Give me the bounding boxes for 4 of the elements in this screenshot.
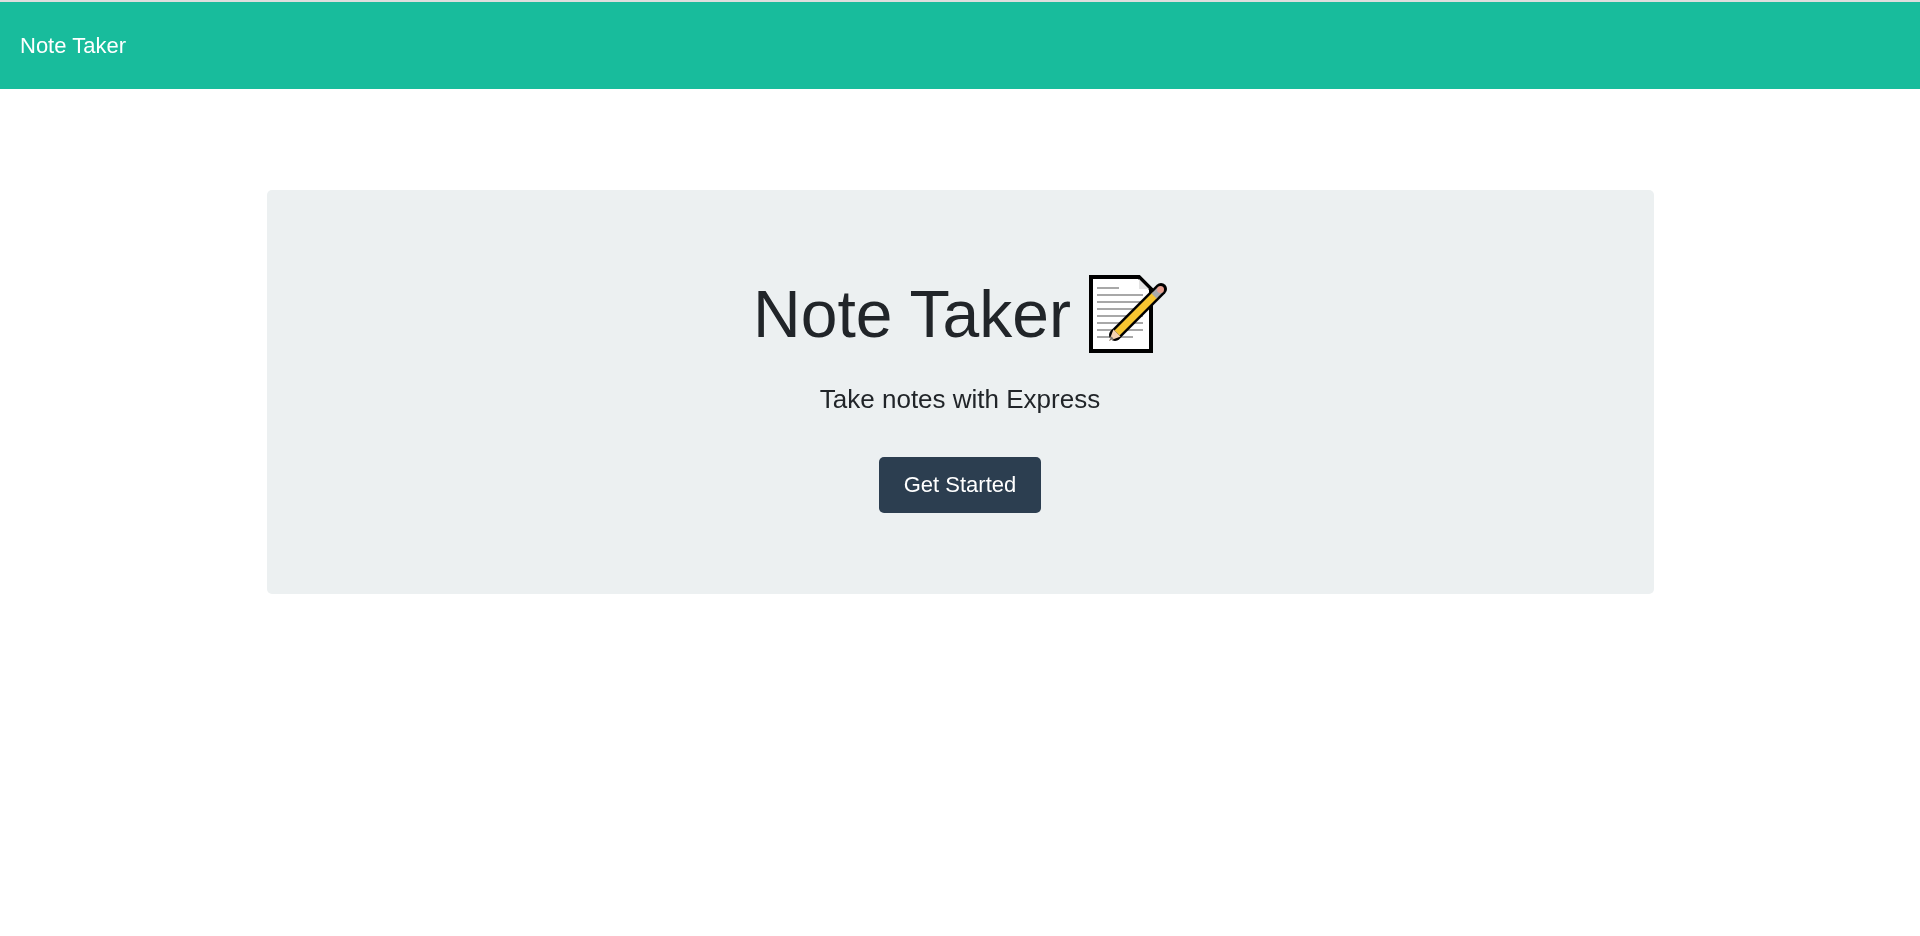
get-started-button[interactable]: Get Started — [878, 457, 1042, 514]
memo-icon — [1088, 275, 1167, 353]
subtitle: Take notes with Express — [819, 384, 1101, 416]
page-heading: Note Taker — [753, 281, 1071, 347]
